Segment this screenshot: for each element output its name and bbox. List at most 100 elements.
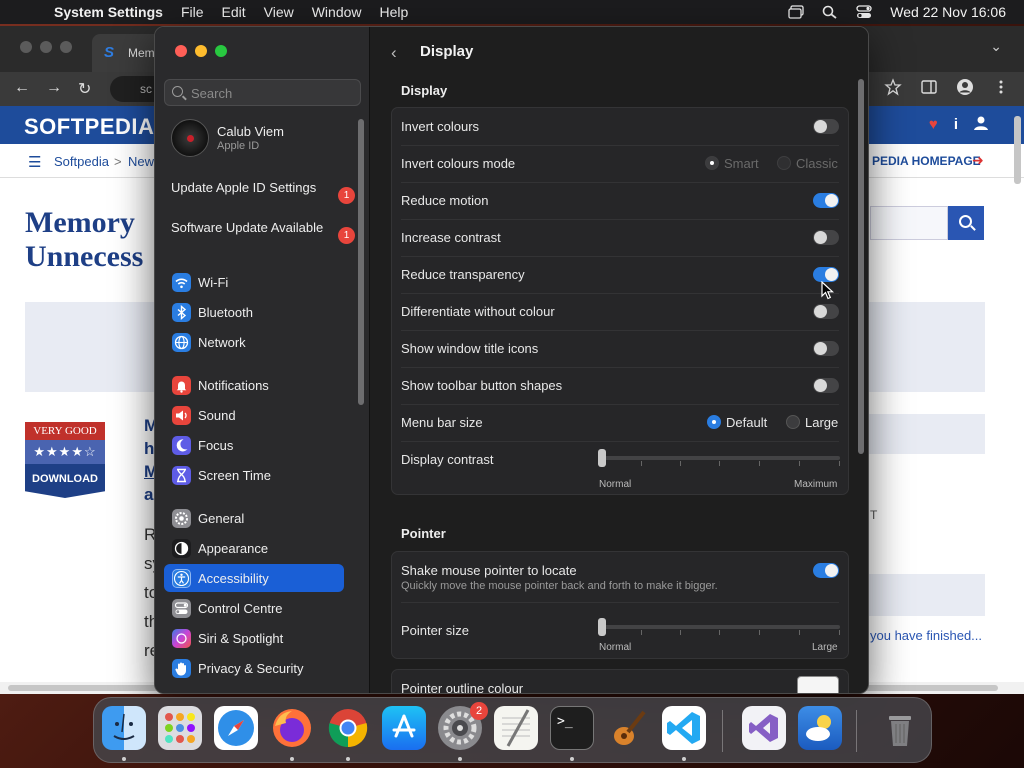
browser-tab-title: Mem [128,46,155,60]
dock-trash[interactable] [878,706,922,750]
sidebar-item-network[interactable]: Network [164,328,344,356]
control-centre-icon[interactable] [856,5,872,19]
browser-menu-icon[interactable] [992,78,1010,96]
download-button[interactable]: DOWNLOAD [25,464,105,498]
slider-knob[interactable] [598,449,606,467]
bookmark-star-icon[interactable] [884,78,902,96]
spotlight-search-icon[interactable] [822,5,838,19]
window-title-icons-toggle[interactable] [813,341,839,356]
display-contrast-slider[interactable] [598,449,840,467]
tab-search-chevron-icon[interactable]: ⌄ [990,38,1002,55]
sidebar-scrollbar[interactable] [358,119,364,405]
back-chevron-icon[interactable]: ‹ [391,43,397,63]
dock-weather[interactable] [798,706,842,750]
pointer-size-slider[interactable] [598,618,840,636]
dock-launchpad[interactable] [158,706,202,750]
sidebar-item-control-centre[interactable]: Control Centre [164,594,344,622]
invert-colours-toggle[interactable] [813,119,839,134]
dock-textedit[interactable] [494,706,538,750]
sidebar-search [164,79,361,106]
dock-firefox[interactable] [270,706,314,750]
site-search-input[interactable] [870,206,948,240]
heart-icon[interactable]: ♥ [929,116,938,134]
menu-app-name[interactable]: System Settings [54,4,163,20]
pointer-settings-group: Shake mouse pointer to locate Quickly mo… [391,551,849,659]
reduce-transparency-toggle[interactable] [813,267,839,282]
reload-icon[interactable]: ↻ [78,79,91,99]
sidebar-item-general[interactable]: General [164,504,344,532]
sidebar-item-bluetooth[interactable]: Bluetooth [164,298,344,326]
sidebar-item-label: Network [198,335,246,350]
sidebar-item-siri-spotlight[interactable]: Siri & Spotlight [164,624,344,652]
increase-contrast-row: Increase contrast [392,219,848,256]
shake-to-locate-toggle[interactable] [813,563,839,578]
pointer-outline-colour-swatch[interactable] [797,676,839,693]
dock-terminal[interactable]: >_ [550,706,594,750]
sidebar-item-focus[interactable]: Focus [164,431,344,459]
close-button[interactable] [175,45,187,57]
radio-classic[interactable]: Classic [777,156,838,171]
dock-vscode[interactable] [662,706,706,750]
dock-app-store[interactable] [382,706,426,750]
sidebar-item-privacy-security[interactable]: Privacy & Security [164,654,344,682]
increase-contrast-toggle[interactable] [813,230,839,245]
site-search-button[interactable] [948,206,984,240]
sidebar-item-notifications[interactable]: Notifications [164,371,344,399]
back-arrow-icon[interactable]: ← [14,79,30,97]
menu-help[interactable]: Help [380,4,409,20]
invert-colours-row: Invert colours [392,108,848,145]
dock-safari[interactable] [214,706,258,750]
dock-finder[interactable] [102,706,146,750]
radio-smart[interactable]: Smart [705,156,759,171]
software-update-notice[interactable]: Software Update Available 1 [171,220,355,244]
clock[interactable]: Wed 22 Nov 16:06 [890,4,1006,20]
sidebar-link[interactable]: you have finished... [870,628,982,643]
reduce-motion-toggle[interactable] [813,193,839,208]
search-input[interactable] [191,84,351,102]
zoom-button[interactable] [215,45,227,57]
sidebar-item-sound[interactable]: Sound [164,401,344,429]
notification-badge: 1 [338,227,355,244]
sidebar-item-appearance[interactable]: Appearance [164,534,344,562]
sidebar-box [868,574,985,616]
info-icon[interactable]: i [954,116,958,134]
dock-chrome[interactable] [326,706,370,750]
sidebar-item-label: Privacy & Security [198,661,304,676]
forward-arrow-icon[interactable]: → [46,79,62,97]
menu-file[interactable]: File [181,4,204,20]
breadcrumb-news[interactable]: New [128,154,154,169]
minimize-button[interactable] [195,45,207,57]
differentiate-without-colour-toggle[interactable] [813,304,839,319]
softpedia-logo[interactable]: SOFTPEDIA [24,114,154,140]
sidebar-item-wifi[interactable]: Wi-Fi [164,268,344,296]
screen-mirroring-icon[interactable] [788,5,804,19]
sidebar-item-label: Siri & Spotlight [198,631,284,646]
apple-id-account[interactable]: Calub Viem Apple ID [171,119,356,161]
slider-knob[interactable] [598,618,606,636]
sidebar-item-accessibility[interactable]: Accessibility [164,564,344,592]
browser-vertical-scrollbar[interactable] [1014,116,1021,184]
side-panel-icon[interactable] [920,78,938,96]
dock-garageband[interactable] [606,706,650,750]
content-scrollbar[interactable] [858,79,864,454]
radio-large[interactable]: Large [786,415,838,430]
toolbar-button-shapes-toggle[interactable] [813,378,839,393]
breadcrumb-softpedia[interactable]: Softpedia [54,154,109,169]
user-icon[interactable] [974,116,988,134]
update-apple-id-notice[interactable]: Update Apple ID Settings 1 [171,180,355,204]
sidebar-item-label: General [198,511,245,526]
softpedia-homepage-link[interactable]: PEDIA HOMEPAGE [872,154,981,168]
hamburger-menu-icon[interactable]: ☰ [28,153,41,171]
row-label: Pointer outline colour [401,681,524,694]
breadcrumb-separator: > [114,154,122,169]
radio-default[interactable]: Default [707,415,767,430]
radio-label: Large [805,415,839,430]
system-settings-badge: 2 [470,702,488,720]
menu-bar: System Settings File Edit View Window He… [0,0,1024,24]
menu-view[interactable]: View [264,4,294,20]
menu-edit[interactable]: Edit [222,4,246,20]
menu-window[interactable]: Window [312,4,362,20]
sidebar-item-screen-time[interactable]: Screen Time [164,461,344,489]
dock-visual-studio[interactable] [742,706,786,750]
profile-icon[interactable] [956,78,974,96]
